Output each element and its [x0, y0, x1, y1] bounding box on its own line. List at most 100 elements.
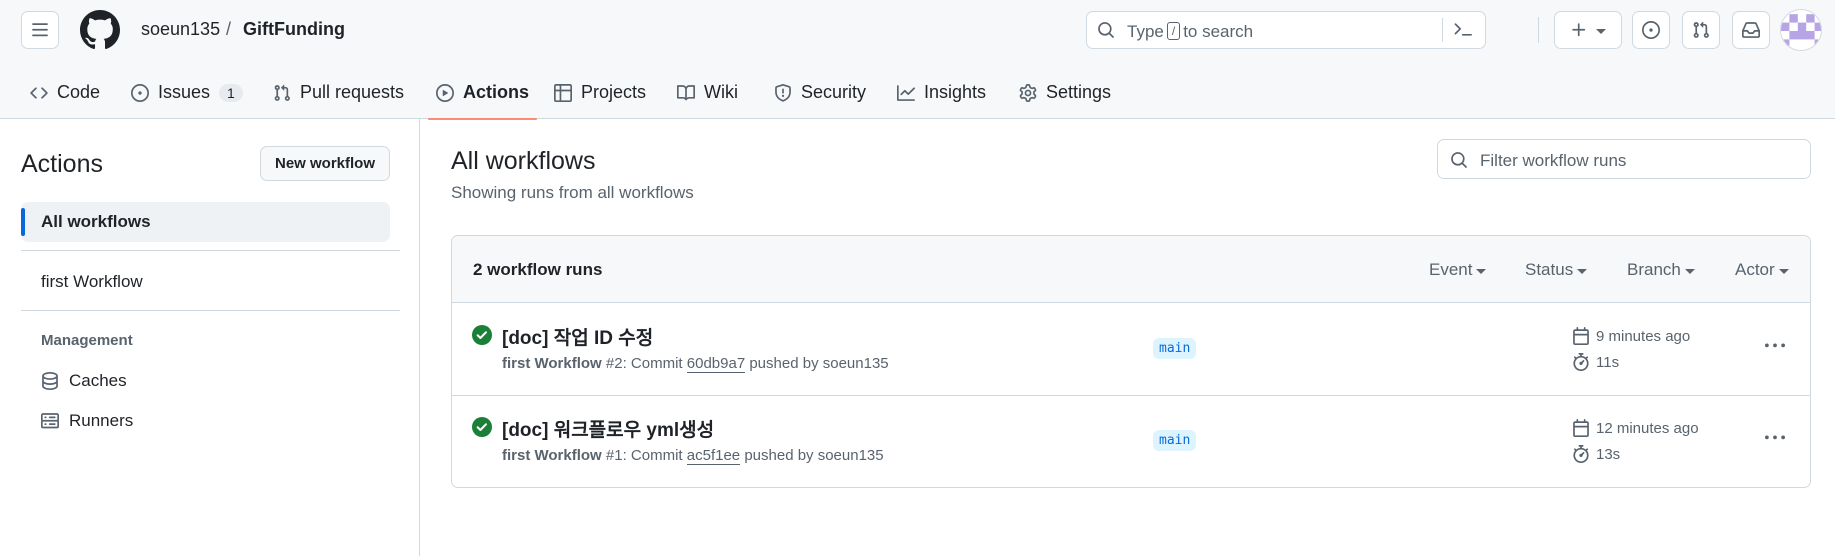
sidebar-item-label: Runners — [69, 411, 134, 430]
search-icon — [1451, 152, 1467, 168]
management-heading: Management — [41, 332, 133, 349]
page-subtitle: Showing runs from all workflows — [451, 183, 694, 202]
runs-count: 2 workflow runs — [473, 260, 603, 279]
run-pushed-by: pushed by soeun135 — [749, 355, 889, 372]
inbox-button[interactable] — [1732, 11, 1770, 49]
run-workflow-name: first Workflow — [502, 355, 602, 372]
breadcrumb-owner[interactable]: soeun135 — [141, 19, 220, 40]
status-filter-label: Status — [1525, 260, 1574, 279]
issues-counter: 1 — [219, 83, 243, 102]
github-logo-icon[interactable] — [80, 10, 120, 50]
run-time: 9 minutes ago — [1572, 327, 1690, 345]
tab-projects[interactable]: Projects — [546, 66, 654, 119]
code-icon — [30, 86, 48, 99]
search-input[interactable]: Type / to search — [1086, 11, 1486, 49]
actions-sidebar: Actions New workflow All workflows first… — [0, 119, 420, 556]
issues-button[interactable] — [1632, 11, 1670, 49]
hamburger-icon — [32, 23, 48, 37]
run-duration: 11s — [1572, 353, 1619, 371]
breadcrumb-separator: / — [226, 19, 232, 39]
run-duration-label: 13s — [1596, 445, 1621, 463]
run-options-button[interactable] — [1757, 423, 1793, 453]
tab-security[interactable]: Security — [766, 66, 874, 119]
run-time-label: 9 minutes ago — [1596, 327, 1691, 345]
sidebar-divider — [21, 310, 400, 311]
sidebar-item-caches[interactable]: Caches — [41, 371, 127, 391]
issue-opened-icon — [131, 83, 149, 102]
repo-nav: Code Issues 1 Pull requests Actions Proj… — [0, 66, 1835, 120]
run-number: #2 — [605, 355, 623, 372]
database-icon — [42, 372, 58, 390]
run-title[interactable]: [doc] 워크플로우 yml생성 — [502, 415, 714, 442]
page-title: All workflows — [451, 147, 596, 175]
filter-placeholder: Filter workflow runs — [1480, 151, 1627, 170]
search-placeholder: Type / to search — [1127, 22, 1254, 41]
branch-badge[interactable]: main — [1153, 338, 1197, 359]
actor-filter-label: Actor — [1735, 260, 1775, 279]
top-bar: soeun135 / GiftFunding Type / to search — [0, 0, 1835, 60]
pull-requests-button[interactable] — [1682, 11, 1720, 49]
actor-filter[interactable]: Actor — [1735, 260, 1789, 280]
branch-filter[interactable]: Branch — [1627, 260, 1695, 280]
workflow-run-row[interactable]: [doc] 워크플로우 yml생성 first Workflow #1: Com… — [452, 395, 1810, 487]
tab-pull-requests[interactable]: Pull requests — [265, 66, 412, 119]
run-commit-prefix: : Commit — [622, 355, 683, 372]
tab-settings[interactable]: Settings — [1011, 66, 1119, 119]
filter-workflow-runs-input[interactable]: Filter workflow runs — [1437, 139, 1811, 179]
run-meta: first Workflow #1: Commit ac5f1ee pushed… — [502, 447, 884, 465]
chevron-down-icon — [1778, 268, 1789, 274]
run-duration-label: 11s — [1596, 353, 1620, 371]
run-commit-link[interactable]: 60db9a7 — [686, 355, 746, 373]
run-pushed-by: pushed by soeun135 — [744, 447, 884, 464]
runs-header: 2 workflow runs Event Status Branch Acto… — [452, 236, 1810, 303]
inbox-icon — [1742, 22, 1760, 38]
branch-badge[interactable]: main — [1153, 430, 1197, 451]
run-time-label: 12 minutes ago — [1596, 419, 1699, 437]
event-filter-label: Event — [1429, 260, 1473, 279]
workflow-run-row[interactable]: [doc] 작업 ID 수정 first Workflow #2: Commit… — [452, 303, 1810, 395]
kebab-horizontal-icon — [1765, 435, 1785, 440]
run-options-button[interactable] — [1757, 331, 1793, 361]
status-filter[interactable]: Status — [1525, 260, 1588, 280]
tab-wiki[interactable]: Wiki — [669, 66, 746, 119]
avatar[interactable] — [1780, 9, 1822, 51]
event-filter[interactable]: Event — [1429, 260, 1487, 280]
server-icon — [41, 413, 59, 429]
menu-button[interactable] — [21, 11, 59, 49]
tab-actions[interactable]: Actions — [428, 66, 538, 120]
chevron-down-icon — [1596, 28, 1606, 34]
run-workflow-name: first Workflow — [502, 447, 602, 464]
sidebar-item-all-workflows[interactable]: All workflows — [21, 202, 390, 242]
app-header: soeun135 / GiftFunding Type/to search — [0, 0, 1835, 120]
workflow-runs-box: 2 workflow runs Event Status Branch Acto… — [451, 235, 1811, 488]
toolbar-divider — [1538, 17, 1539, 43]
identicon-icon — [1781, 10, 1821, 50]
create-new-button[interactable] — [1554, 11, 1622, 49]
tab-wiki-label: Wiki — [704, 82, 738, 102]
git-pull-request-icon — [1693, 21, 1709, 38]
command-palette-icon[interactable] — [1454, 21, 1472, 39]
breadcrumb-repo[interactable]: GiftFunding — [243, 19, 345, 40]
search-divider — [1442, 18, 1443, 42]
run-number: #1 — [605, 447, 623, 464]
run-time: 12 minutes ago — [1572, 419, 1699, 437]
kebab-horizontal-icon — [1765, 343, 1785, 348]
chevron-down-icon — [1476, 268, 1487, 274]
play-icon — [436, 83, 454, 102]
tab-insights[interactable]: Insights — [889, 66, 994, 119]
tab-projects-label: Projects — [581, 82, 647, 102]
tab-pull-requests-label: Pull requests — [300, 82, 405, 102]
book-icon — [677, 84, 695, 100]
sidebar-item-label: Caches — [69, 371, 127, 390]
run-title[interactable]: [doc] 작업 ID 수정 — [502, 323, 653, 350]
chevron-down-icon — [1577, 268, 1588, 274]
tab-code[interactable]: Code — [22, 66, 108, 119]
sidebar-item-runners[interactable]: Runners — [41, 411, 133, 431]
run-commit-link[interactable]: ac5f1ee — [686, 447, 741, 465]
run-duration: 13s — [1572, 445, 1620, 463]
tab-insights-label: Insights — [924, 82, 987, 102]
sidebar-item-first-workflow[interactable]: first Workflow — [21, 262, 390, 302]
tab-issues[interactable]: Issues 1 — [123, 66, 251, 119]
search-icon — [1098, 22, 1114, 38]
new-workflow-button[interactable]: New workflow — [260, 146, 390, 181]
